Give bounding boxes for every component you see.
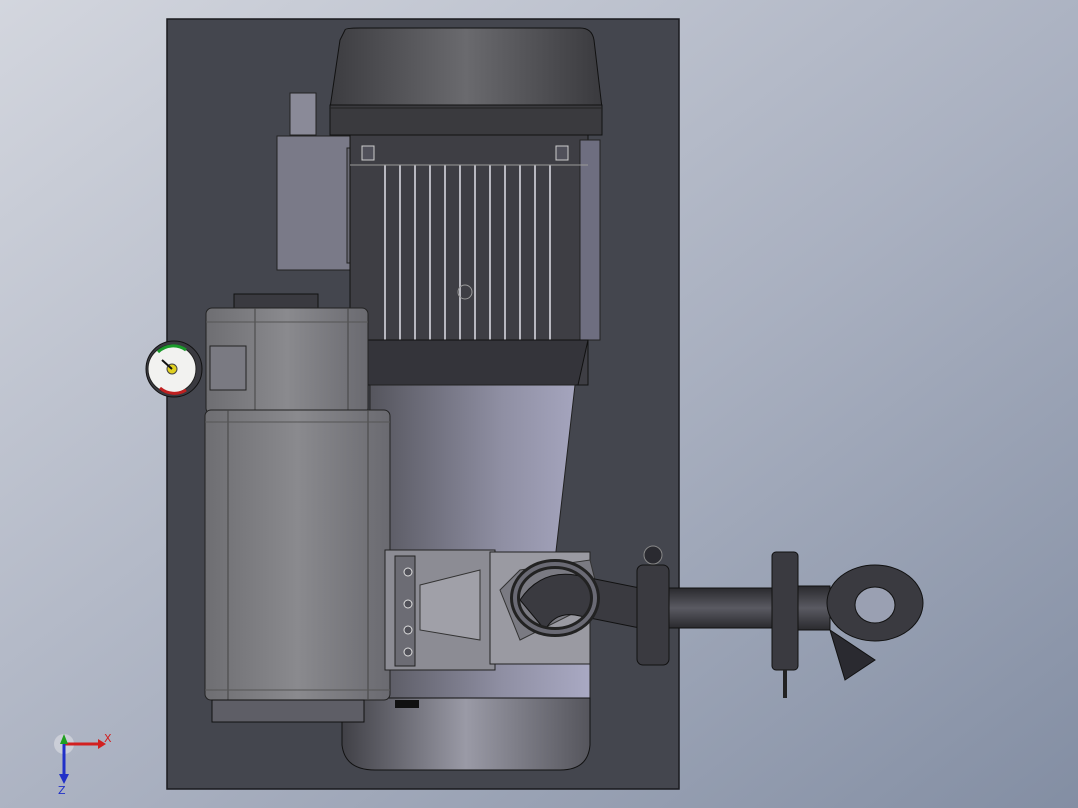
motor-fins[interactable] [349,134,601,386]
triad-z-label: Z [58,784,66,797]
motor-fan-cover[interactable] [329,27,603,136]
terminal-box[interactable] [276,135,353,271]
controller-box[interactable] [204,409,391,723]
triad-x-label: X [104,732,112,745]
drain-plug[interactable] [395,700,419,708]
motor-cable-gland[interactable] [289,92,317,136]
cad-viewport[interactable]: X Z [0,0,1078,808]
bottom-cover[interactable] [341,697,591,771]
